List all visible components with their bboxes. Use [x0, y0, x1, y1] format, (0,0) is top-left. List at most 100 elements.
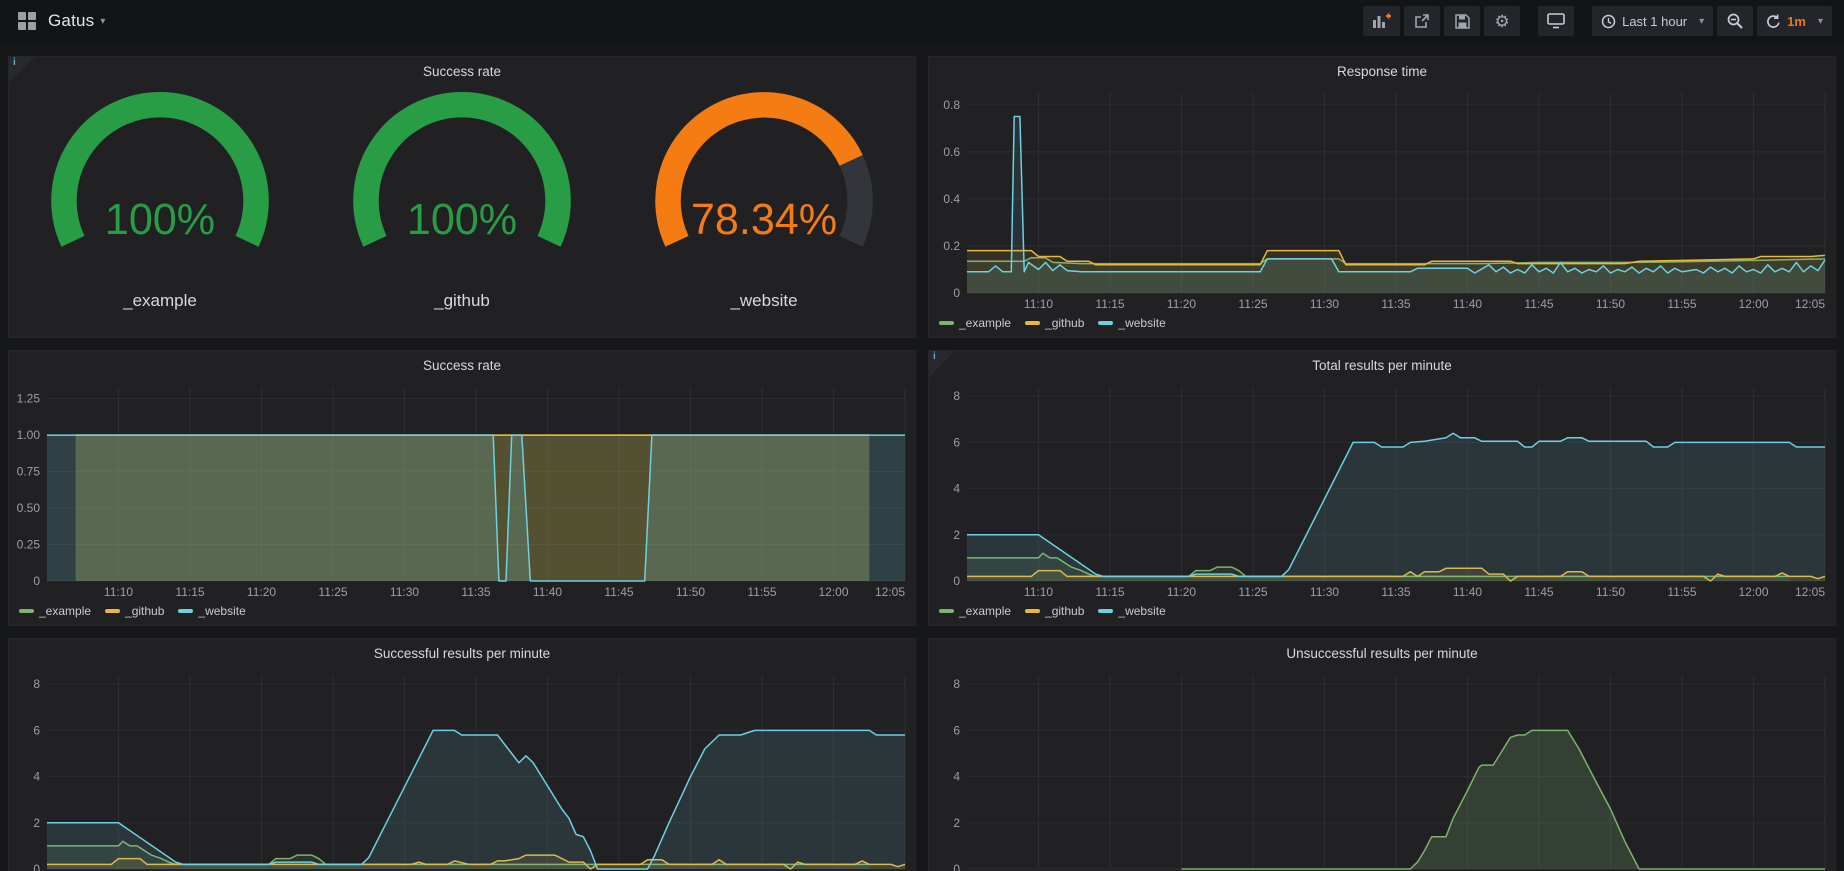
legend-series-marker — [939, 321, 954, 325]
svg-text:0: 0 — [953, 286, 960, 300]
clock-icon — [1601, 14, 1616, 29]
legend-series-label: _example — [959, 604, 1011, 618]
panel-title[interactable]: Success rate — [9, 351, 915, 379]
panel-response-time: Response time 11:1011:1511:2011:2511:301… — [928, 56, 1836, 338]
svg-text:11:45: 11:45 — [604, 585, 633, 599]
legend-item-github[interactable]: _github — [1025, 604, 1084, 618]
panel-title[interactable]: Success rate — [9, 57, 915, 85]
panel-title[interactable]: Response time — [929, 57, 1835, 85]
gauge-row: 100%_example100%_github78.34%_website — [9, 85, 915, 337]
svg-text:11:25: 11:25 — [1238, 585, 1267, 599]
svg-text:11:55: 11:55 — [747, 585, 776, 599]
share-button[interactable] — [1404, 6, 1440, 36]
legend-item-website[interactable]: _website — [178, 604, 245, 618]
dashboard-grid-icon[interactable] — [18, 12, 36, 30]
svg-text:11:40: 11:40 — [533, 585, 562, 599]
success-rate-chart[interactable]: 11:1011:1511:2011:2511:3011:3511:4011:45… — [9, 379, 915, 601]
panel-title[interactable]: Unsuccessful results per minute — [929, 639, 1835, 667]
zoom-out-button[interactable] — [1717, 6, 1753, 36]
panel-title[interactable]: Total results per minute — [929, 351, 1835, 379]
info-corner-icon[interactable]: i — [9, 57, 35, 83]
svg-text:12:00: 12:00 — [1738, 585, 1768, 599]
legend-item-website[interactable]: _website — [1098, 316, 1165, 330]
svg-text:11:30: 11:30 — [1310, 297, 1339, 311]
chevron-down-icon[interactable]: ▾ — [100, 16, 105, 27]
svg-text:2: 2 — [953, 528, 960, 542]
panel-success-rate-series: Success rate 11:1011:1511:2011:2511:3011… — [8, 350, 916, 626]
svg-text:1.00: 1.00 — [17, 428, 41, 442]
legend-item-example[interactable]: _example — [939, 316, 1011, 330]
gauge-value: 100% — [407, 196, 517, 244]
svg-text:8: 8 — [33, 677, 40, 691]
panel-title[interactable]: Successful results per minute — [9, 639, 915, 667]
legend-item-website[interactable]: _website — [1098, 604, 1165, 618]
svg-text:12:05: 12:05 — [1795, 585, 1825, 599]
gauge-arc: 100% — [10, 89, 310, 285]
svg-text:11:10: 11:10 — [1024, 585, 1053, 599]
save-button[interactable] — [1444, 6, 1480, 36]
refresh-button[interactable]: 1m ▾ — [1757, 6, 1832, 36]
share-icon — [1414, 13, 1430, 29]
legend-series-marker — [1025, 321, 1040, 325]
svg-text:11:25: 11:25 — [318, 585, 347, 599]
legend-series-marker — [1025, 609, 1040, 613]
svg-text:11:40: 11:40 — [1453, 297, 1482, 311]
svg-text:0.6: 0.6 — [943, 145, 960, 159]
legend-item-github[interactable]: _github — [105, 604, 164, 618]
svg-text:2: 2 — [953, 816, 960, 830]
gauge-arc: 78.34% — [614, 89, 914, 285]
svg-text:4: 4 — [953, 482, 960, 496]
unsuccessful-results-chart[interactable]: 11:1011:1511:2011:2511:3011:3511:4011:45… — [929, 667, 1835, 871]
gauge-arc: 100% — [312, 89, 612, 285]
gauge-label: _github — [434, 291, 490, 311]
time-range-picker[interactable]: Last 1 hour ▾ — [1592, 6, 1713, 36]
svg-text:1.25: 1.25 — [17, 392, 41, 406]
gauge-website: 78.34%_website — [614, 89, 914, 311]
svg-text:11:30: 11:30 — [1310, 585, 1339, 599]
legend-series-label: _website — [198, 604, 245, 618]
successful-results-chart[interactable]: 11:1011:1511:2011:2511:3011:3511:4011:45… — [9, 667, 915, 871]
gauge-example: 100%_example — [10, 89, 310, 311]
legend-series-marker — [1098, 321, 1113, 325]
navbar: Gatus ▾ ⚙ — [0, 0, 1844, 42]
svg-text:0.2: 0.2 — [943, 239, 960, 253]
total-results-chart[interactable]: 11:1011:1511:2011:2511:3011:3511:4011:45… — [929, 379, 1835, 601]
dashboard-title[interactable]: Gatus — [48, 11, 94, 31]
monitor-icon — [1547, 13, 1565, 29]
legend-series-label: _example — [959, 316, 1011, 330]
svg-text:11:10: 11:10 — [104, 585, 133, 599]
legend-series-marker — [19, 609, 34, 613]
legend-series-label: _website — [1118, 316, 1165, 330]
legend-series-marker — [939, 609, 954, 613]
legend-series-marker — [178, 609, 193, 613]
svg-text:11:15: 11:15 — [175, 585, 204, 599]
panel-total-results: i Total results per minute 11:1011:1511:… — [928, 350, 1836, 626]
legend-series-label: _github — [1045, 604, 1084, 618]
svg-text:11:45: 11:45 — [1524, 585, 1553, 599]
panel-success-rate-gauges: i Success rate 100%_example100%_github78… — [8, 56, 916, 338]
legend-item-example[interactable]: _example — [939, 604, 1011, 618]
chevron-down-icon: ▾ — [1818, 16, 1823, 27]
svg-text:11:30: 11:30 — [390, 585, 419, 599]
svg-text:11:35: 11:35 — [461, 585, 490, 599]
cycle-view-button[interactable] — [1538, 6, 1574, 36]
legend-item-github[interactable]: _github — [1025, 316, 1084, 330]
add-panel-icon — [1372, 13, 1391, 29]
response-time-chart[interactable]: 11:1011:1511:2011:2511:3011:3511:4011:45… — [929, 85, 1835, 313]
svg-text:11:50: 11:50 — [1596, 297, 1625, 311]
svg-text:6: 6 — [953, 435, 960, 449]
svg-text:0: 0 — [953, 574, 960, 588]
svg-text:11:50: 11:50 — [1596, 585, 1625, 599]
legend-item-example[interactable]: _example — [19, 604, 91, 618]
svg-text:0: 0 — [33, 862, 40, 871]
gear-icon: ⚙ — [1494, 13, 1509, 30]
svg-text:0: 0 — [33, 574, 40, 588]
svg-text:11:20: 11:20 — [1167, 585, 1196, 599]
svg-text:12:05: 12:05 — [1795, 297, 1825, 311]
info-corner-icon[interactable]: i — [929, 351, 955, 377]
settings-button[interactable]: ⚙ — [1484, 6, 1520, 36]
gauge-value: 78.34% — [691, 196, 837, 244]
time-range-label: Last 1 hour — [1622, 14, 1687, 29]
svg-text:0.50: 0.50 — [17, 501, 41, 515]
add-panel-button[interactable] — [1363, 6, 1400, 36]
